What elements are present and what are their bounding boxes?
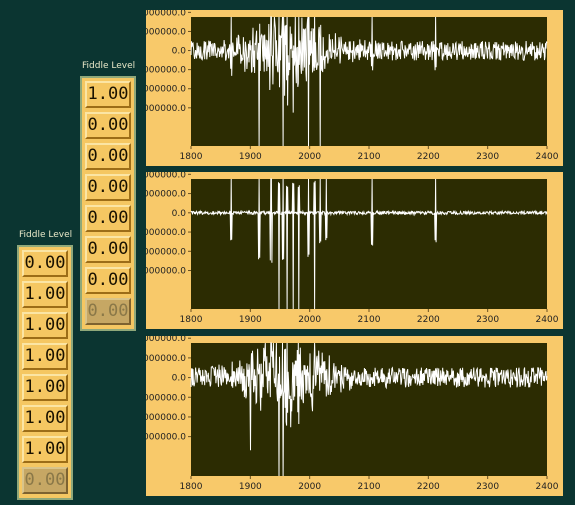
y-tick-label: 000000.0 [146,27,186,37]
x-tick-label: 1900 [239,152,262,162]
fiddle-level-array-1[interactable]: 1.00 0.00 0.00 0.00 0.00 0.00 0.00 0.00 [80,76,136,331]
x-tick-label: 2400 [536,482,559,492]
y-tick-label: 0.0 [172,209,187,219]
array-2-cell-4[interactable]: 1.00 [22,374,68,401]
plot-area [191,17,547,146]
x-tick-label: 2400 [536,315,559,325]
array-1-cell-2[interactable]: 0.00 [85,143,131,170]
array-1-cell-6[interactable]: 0.00 [85,267,131,294]
array-1-cell-0[interactable]: 1.00 [85,81,131,108]
fiddle-level-array-2[interactable]: 0.00 1.00 1.00 1.00 1.00 1.00 1.00 0.00 [17,245,73,500]
waveform-graph-1: 000000.0 000000.0 0.0 000000.0 000000.0 00000… [146,10,563,166]
x-tick-label: 2400 [536,152,559,162]
array-2-cell-2[interactable]: 1.00 [22,312,68,339]
x-tick-label: 1800 [180,315,203,325]
fiddle-level-array-1-label: Fiddle Level [82,61,136,71]
y-tick-label: 000000.0 [146,413,186,423]
x-tick-label: 2300 [476,315,499,325]
x-tick-label: 2200 [417,152,440,162]
y-tick-label: 000000.0 [146,393,186,403]
x-tick-label: 2200 [417,482,440,492]
y-tick-label: 000000.0 [146,247,186,257]
array-1-cell-7[interactable]: 0.00 [85,298,131,325]
fiddle-level-array-2-label: Fiddle Level [19,230,73,240]
array-2-cell-0[interactable]: 0.00 [22,250,68,277]
y-tick-label: 000000.0 [146,267,186,277]
y-tick-label: 000000.0 [146,85,186,95]
y-tick-label: 000000.0 [146,354,186,364]
y-tick-label: 000000.0 [146,66,186,76]
x-tick-label: 1800 [180,152,203,162]
y-tick-label: 0.0 [172,47,187,57]
plot-area [191,179,547,309]
x-tick-label: 1800 [180,482,203,492]
y-tick-label: 000000.0 [146,172,186,180]
array-2-cell-5[interactable]: 1.00 [22,405,68,432]
x-tick-label: 2000 [298,315,321,325]
array-2-cell-1[interactable]: 1.00 [22,281,68,308]
x-tick-label: 2100 [358,152,381,162]
y-tick-label: 0.0 [172,374,187,384]
array-2-cell-7[interactable]: 0.00 [22,467,68,494]
x-tick-label: 1900 [239,482,262,492]
array-1-cell-3[interactable]: 0.00 [85,174,131,201]
y-tick-label: 000000.0 [146,228,186,238]
y-tick-label: 000000.0 [146,190,186,200]
y-tick-label: 000000.0 [146,10,186,18]
waveform-graph-2: 000000.0 000000.0 0.0 000000.0 000000.0 00000… [146,172,563,329]
x-tick-label: 2100 [358,315,381,325]
x-tick-label: 2100 [358,482,381,492]
y-tick-label: 000000.0 [146,104,186,114]
x-tick-label: 1900 [239,315,262,325]
x-tick-label: 2300 [476,152,499,162]
array-2-cell-6[interactable]: 1.00 [22,436,68,463]
y-tick-label: 000000.0 [146,336,186,344]
y-tick-label: 000000.0 [146,433,186,443]
array-1-cell-5[interactable]: 0.00 [85,236,131,263]
array-1-cell-1[interactable]: 0.00 [85,112,131,139]
array-2-cell-3[interactable]: 1.00 [22,343,68,370]
plot-area [191,343,547,476]
waveform-graph-3: 000000.0 000000.0 0.0 000000.0 000000.0 00000… [146,336,563,496]
x-tick-label: 2200 [417,315,440,325]
array-1-cell-4[interactable]: 0.00 [85,205,131,232]
x-tick-label: 2300 [476,482,499,492]
x-tick-label: 2000 [298,152,321,162]
x-tick-label: 2000 [298,482,321,492]
